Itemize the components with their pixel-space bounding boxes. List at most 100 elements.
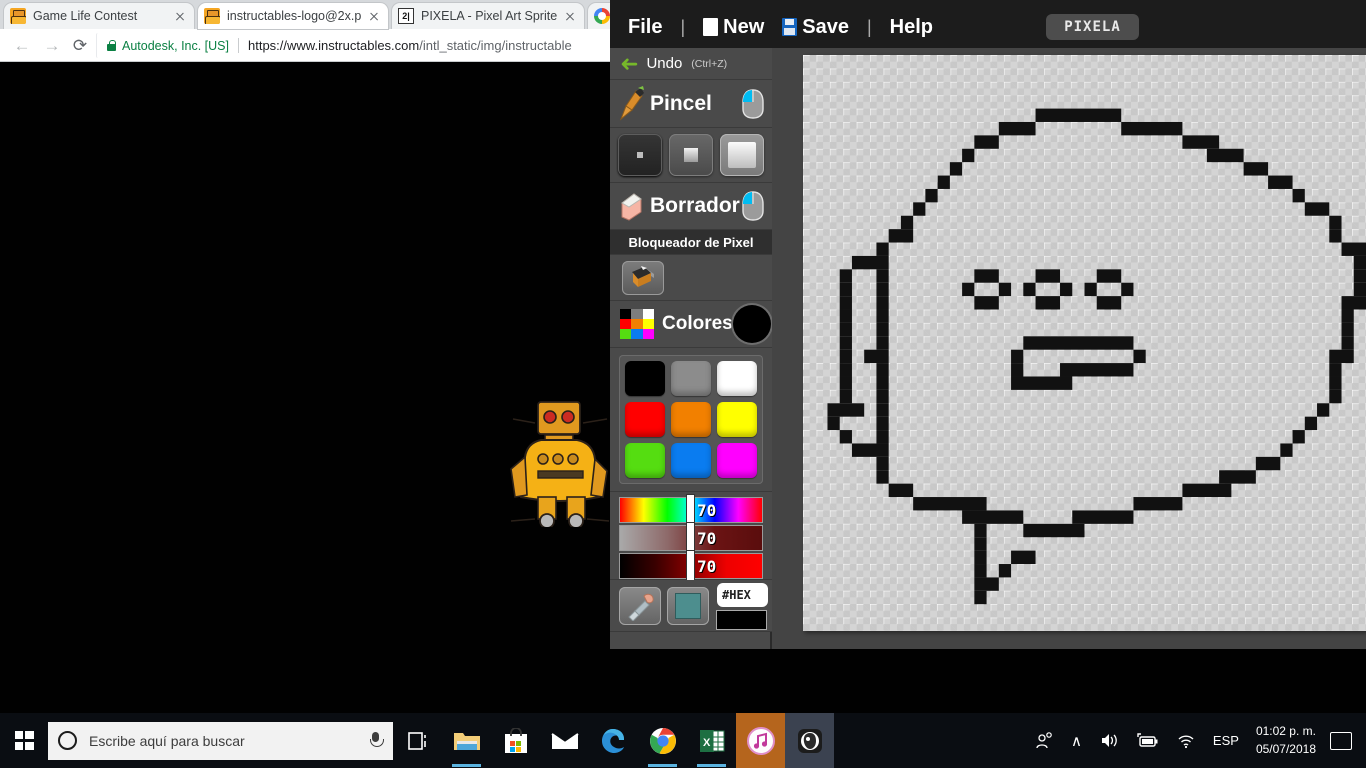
palette-color-5[interactable] xyxy=(717,402,757,437)
show-hidden-icons-chevron[interactable]: ∧ xyxy=(1071,732,1082,750)
close-icon[interactable] xyxy=(366,8,382,24)
taskbar-edge-button[interactable] xyxy=(589,713,638,768)
start-button[interactable] xyxy=(0,713,48,768)
eyedropper-button[interactable] xyxy=(619,586,661,625)
windows-taskbar: Escribe aquí para buscar X ∧ ESP 01:02 p… xyxy=(0,713,1366,768)
taskbar-chrome-button[interactable] xyxy=(638,713,687,768)
language-indicator[interactable]: ESP xyxy=(1213,733,1239,748)
picker-color-swatch xyxy=(675,592,701,619)
eraser-tool-button[interactable]: Borrador xyxy=(610,183,772,230)
brush-size-group xyxy=(610,128,772,183)
taskbar-store-button[interactable] xyxy=(491,713,540,768)
clock[interactable]: 01:02 p. m. 05/07/2018 xyxy=(1256,723,1316,758)
palette-color-4[interactable] xyxy=(671,402,711,437)
menu-save[interactable]: Save xyxy=(782,16,849,39)
picker-color-button[interactable] xyxy=(667,586,709,625)
clock-date: 05/07/2018 xyxy=(1255,741,1316,756)
audacity-icon xyxy=(797,728,822,753)
screen: Game Life Contest instructables-logo@2x.… xyxy=(0,0,1366,768)
url-path: /intl_static/img/instructable xyxy=(419,38,572,53)
undo-button[interactable]: ➜ Undo (Ctrl+Z) xyxy=(610,48,772,80)
brush-size-small-button[interactable] xyxy=(618,134,663,176)
hue-slider[interactable]: 70 xyxy=(619,495,763,527)
browser-tab-1[interactable]: instructables-logo@2x.pn xyxy=(198,3,388,29)
forward-button[interactable]: → xyxy=(42,36,62,56)
palette-color-1[interactable] xyxy=(671,361,711,396)
microphone-icon[interactable] xyxy=(368,731,384,750)
brightness-slider[interactable]: 70 xyxy=(619,551,763,583)
color-sliders: 70 70 70 xyxy=(610,492,772,583)
back-icon: ← xyxy=(13,36,31,55)
paint-bucket-button[interactable] xyxy=(622,260,664,295)
folder-icon xyxy=(453,732,480,750)
color-grid-icon xyxy=(620,309,654,339)
hex-placeholder-label: #HEX xyxy=(722,587,751,602)
palette-color-0[interactable] xyxy=(625,361,665,396)
people-icon[interactable] xyxy=(1035,731,1053,750)
browser-tab-0[interactable]: Game Life Contest xyxy=(4,3,194,29)
canvas-area xyxy=(772,48,1366,649)
browser-tab-2[interactable]: 2| PIXELA - Pixel Art Sprite E xyxy=(392,3,584,29)
palette-color-3[interactable] xyxy=(625,402,665,437)
menu-new[interactable]: New xyxy=(703,16,764,39)
close-icon[interactable] xyxy=(172,8,188,24)
size-small-indicator xyxy=(637,152,644,158)
running-indicator xyxy=(452,764,481,767)
url-text: https://www.instructables.com/intl_stati… xyxy=(248,38,572,53)
brush-tool-button[interactable]: Pincel xyxy=(610,80,772,128)
menu-help[interactable]: Help xyxy=(890,16,933,39)
volume-icon[interactable] xyxy=(1100,732,1119,749)
close-icon[interactable] xyxy=(562,8,578,24)
back-button[interactable]: ← xyxy=(12,36,32,56)
brightness-slider-handle[interactable] xyxy=(687,551,694,583)
undo-arrow-icon: ➜ xyxy=(620,50,639,76)
menu-file[interactable]: File xyxy=(628,16,662,39)
current-color-swatch[interactable] xyxy=(732,305,771,343)
menu-help-label: Help xyxy=(889,15,934,38)
pixela-menubar: File | New Save | Help xyxy=(610,7,1366,47)
tab-title: Game Life Contest xyxy=(33,9,138,23)
mail-icon xyxy=(550,732,579,749)
search-input[interactable]: Escribe aquí para buscar xyxy=(48,721,393,760)
size-large-indicator xyxy=(727,142,756,168)
taskbar-mail-button[interactable] xyxy=(540,713,589,768)
eraser-icon xyxy=(621,193,642,221)
battery-icon[interactable] xyxy=(1137,732,1159,749)
svg-text:X: X xyxy=(703,737,711,749)
paintbrush-icon xyxy=(619,85,644,121)
brush-size-medium-button[interactable] xyxy=(668,134,713,176)
saturation-slider[interactable]: 70 xyxy=(619,523,763,555)
taskbar-task-view-button[interactable] xyxy=(393,713,442,768)
hex-color-preview xyxy=(717,610,766,629)
brush-size-large-button[interactable] xyxy=(719,134,764,176)
hex-input-group: #HEX xyxy=(717,582,768,629)
taskbar-excel-button[interactable]: X xyxy=(687,713,736,768)
pixel-canvas[interactable] xyxy=(803,55,1366,631)
taskbar-audacity-button[interactable] xyxy=(785,713,834,768)
palette-color-7[interactable] xyxy=(671,443,711,478)
eyedropper-icon xyxy=(628,593,654,621)
hex-input[interactable]: #HEX xyxy=(717,582,768,607)
palette-color-2[interactable] xyxy=(717,361,757,396)
tab-title: instructables-logo@2x.pn xyxy=(227,9,362,23)
instructables-robot-image xyxy=(510,401,610,527)
undo-label: Undo xyxy=(646,55,683,72)
mouse-left-click-icon xyxy=(742,88,764,119)
palette-color-6[interactable] xyxy=(625,443,665,478)
mouse-left-click-icon xyxy=(742,191,764,221)
reload-button[interactable]: ⟳ xyxy=(70,36,90,56)
cortana-icon xyxy=(58,731,77,750)
running-indicator xyxy=(648,764,677,767)
windows-logo-icon xyxy=(14,731,34,750)
menu-new-label: New xyxy=(723,15,765,38)
taskbar-itunes-button[interactable] xyxy=(736,713,785,768)
wifi-icon[interactable] xyxy=(1177,733,1195,749)
google-icon xyxy=(594,8,610,24)
undo-shortcut-label: (Ctrl+Z) xyxy=(691,57,728,70)
menu-separator: | xyxy=(680,16,686,37)
action-center-icon[interactable] xyxy=(1330,731,1352,750)
palette-color-8[interactable] xyxy=(717,443,757,478)
pixela-logo-text: PIXELA xyxy=(1064,19,1121,35)
taskbar-file-explorer-button[interactable] xyxy=(442,713,491,768)
save-disk-icon xyxy=(782,18,798,36)
